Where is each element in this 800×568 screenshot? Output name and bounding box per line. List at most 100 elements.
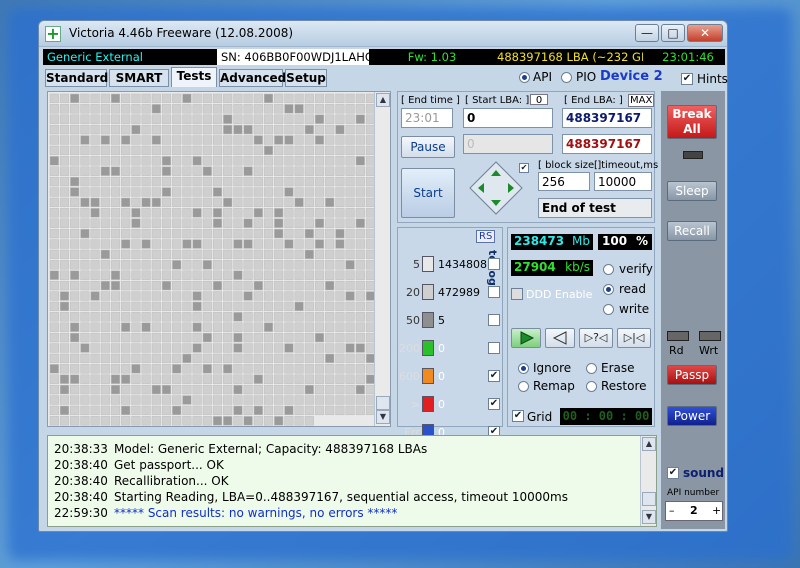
- sound-label: sound: [683, 466, 725, 480]
- log-checkbox[interactable]: ✔: [488, 370, 500, 382]
- speed-threshold: 200: [399, 342, 420, 355]
- title-bar[interactable]: + Victoria 4.46b Freeware (12.08.2008) —…: [39, 21, 727, 47]
- verify-radio[interactable]: [603, 264, 614, 275]
- scroll-up-icon[interactable]: ▲: [376, 93, 390, 107]
- speed-threshold: >: [410, 398, 420, 411]
- log-checkbox[interactable]: ✔: [488, 398, 500, 410]
- log-checkbox[interactable]: [488, 258, 500, 270]
- end-lba-max-button[interactable]: MAX: [628, 94, 655, 107]
- speed-row: 5 1434808: [398, 254, 500, 274]
- break-all-button[interactable]: Break All: [667, 105, 717, 139]
- tab-advanced[interactable]: Advanced: [219, 69, 286, 87]
- log-message: Model: Generic External; Capacity: 48839…: [114, 442, 428, 456]
- api-number-value: 2: [690, 504, 698, 517]
- restore-label: Restore: [601, 379, 647, 393]
- api-label: API: [533, 70, 552, 84]
- remap-radio[interactable]: [518, 381, 529, 392]
- recall-button[interactable]: Recall: [667, 221, 717, 241]
- log-scrollbar[interactable]: ▲ ▼: [640, 436, 656, 526]
- erase-radio[interactable]: [586, 363, 597, 374]
- ignore-radio[interactable]: [518, 363, 529, 374]
- sector-map: [49, 93, 376, 426]
- current-lba-field: 0: [463, 134, 553, 154]
- log-time: 20:38:40: [54, 458, 108, 472]
- start-lba-zero-button[interactable]: 0: [530, 94, 548, 106]
- speed-count: 1434808: [438, 258, 487, 271]
- hints-label: Hints: [697, 72, 728, 86]
- api-decrement-button[interactable]: –: [669, 504, 675, 517]
- log-checkbox[interactable]: [488, 314, 500, 326]
- restore-radio[interactable]: [586, 381, 597, 392]
- elapsed-timer: 00 : 00 : 00: [560, 408, 652, 425]
- log-scroll-thumb[interactable]: [642, 492, 656, 506]
- log-entry: 20:38:40 Get passport... OK: [54, 458, 224, 472]
- speed-color-box: [422, 396, 434, 412]
- sleep-button[interactable]: Sleep: [667, 181, 717, 201]
- tab-tests[interactable]: Tests: [171, 67, 217, 87]
- speed-legend-panel: RS to log: 5 1434808 20 472989 50 5 200 0 600 0 ✔ >…: [397, 227, 503, 440]
- close-button[interactable]: ✕: [687, 24, 723, 42]
- pad-checkbox[interactable]: ✔: [519, 163, 529, 173]
- end-button[interactable]: ▷|◁: [617, 328, 651, 348]
- scroll-thumb[interactable]: [376, 396, 390, 410]
- block-size-select[interactable]: 256: [538, 172, 590, 191]
- api-radio[interactable]: [519, 72, 530, 83]
- log-message: Get passport... OK: [114, 458, 224, 472]
- event-log: 20:38:33 Model: Generic External; Capacit…: [47, 435, 657, 527]
- play-button[interactable]: [511, 328, 541, 348]
- speed-count: 0: [438, 370, 445, 383]
- minimize-button[interactable]: —: [635, 24, 659, 42]
- log-message: Recallibration... OK: [114, 474, 229, 488]
- speed-row: >0 ✔: [398, 394, 500, 414]
- play-icon: [520, 331, 535, 345]
- api-increment-button[interactable]: +: [712, 504, 721, 517]
- log-time: 20:38:40: [54, 474, 108, 488]
- start-button[interactable]: Start: [401, 168, 455, 218]
- log-scroll-up-icon[interactable]: ▲: [642, 437, 656, 451]
- end-lba-field[interactable]: 488397167: [562, 108, 652, 128]
- pio-radio[interactable]: [561, 72, 572, 83]
- log-time: 20:38:40: [54, 490, 108, 504]
- tab-standard[interactable]: Standard: [45, 69, 108, 87]
- drive-info-bar: Generic External SN: 406BB0F00WDJ1LAHC5 …: [43, 49, 725, 65]
- percent-box: 100 %: [598, 234, 652, 250]
- speed-count: 0: [438, 342, 445, 355]
- power-button[interactable]: Power: [667, 406, 717, 426]
- rewind-button[interactable]: [545, 328, 575, 348]
- pause-button[interactable]: Pause: [401, 136, 455, 158]
- end-action-select[interactable]: End of test: [538, 198, 652, 218]
- reset-stats-button[interactable]: RS: [476, 230, 496, 243]
- sound-checkbox[interactable]: ✔: [667, 467, 679, 479]
- log-entry: 20:38:40 Starting Reading, LBA=0..4883971…: [54, 490, 568, 504]
- grid-checkbox[interactable]: ✔: [512, 410, 524, 422]
- clock: 23:01:46: [662, 50, 714, 64]
- grid-scrollbar[interactable]: ▲ ▼: [374, 92, 390, 426]
- speed-threshold: 20: [406, 286, 420, 299]
- scroll-down-icon[interactable]: ▼: [376, 410, 390, 424]
- speed-color-box: [422, 340, 434, 356]
- busy-led: [683, 151, 703, 159]
- api-number-stepper[interactable]: – 2 +: [665, 501, 723, 521]
- timeout-select[interactable]: 10000: [594, 172, 652, 191]
- maximize-button[interactable]: □: [661, 24, 685, 42]
- ddd-checkbox[interactable]: [511, 288, 523, 300]
- log-scroll-down-icon[interactable]: ▼: [642, 510, 656, 524]
- read-radio[interactable]: [603, 284, 614, 295]
- wrt-label: Wrt: [699, 344, 719, 357]
- speed-threshold: 50: [406, 314, 420, 327]
- speed-threshold: 600: [399, 370, 420, 383]
- log-checkbox[interactable]: [488, 286, 500, 298]
- log-checkbox[interactable]: [488, 342, 500, 354]
- end-time-field[interactable]: 23:01: [401, 108, 453, 128]
- start-lba-field[interactable]: 0: [463, 108, 553, 128]
- scan-grid: ▲ ▼: [47, 91, 391, 427]
- skip-button[interactable]: ▷?◁: [579, 328, 613, 348]
- drive-serial: SN: 406BB0F00WDJ1LAHC5 0: [217, 49, 369, 65]
- tab-smart[interactable]: SMART: [109, 69, 169, 87]
- speed-row: 200 0: [398, 338, 500, 358]
- write-radio[interactable]: [603, 304, 614, 315]
- tab-setup[interactable]: Setup: [285, 69, 327, 87]
- skip-icon: ▷?◁: [584, 331, 608, 344]
- passp-button[interactable]: Passp: [667, 365, 717, 385]
- hints-checkbox[interactable]: ✔: [681, 73, 693, 85]
